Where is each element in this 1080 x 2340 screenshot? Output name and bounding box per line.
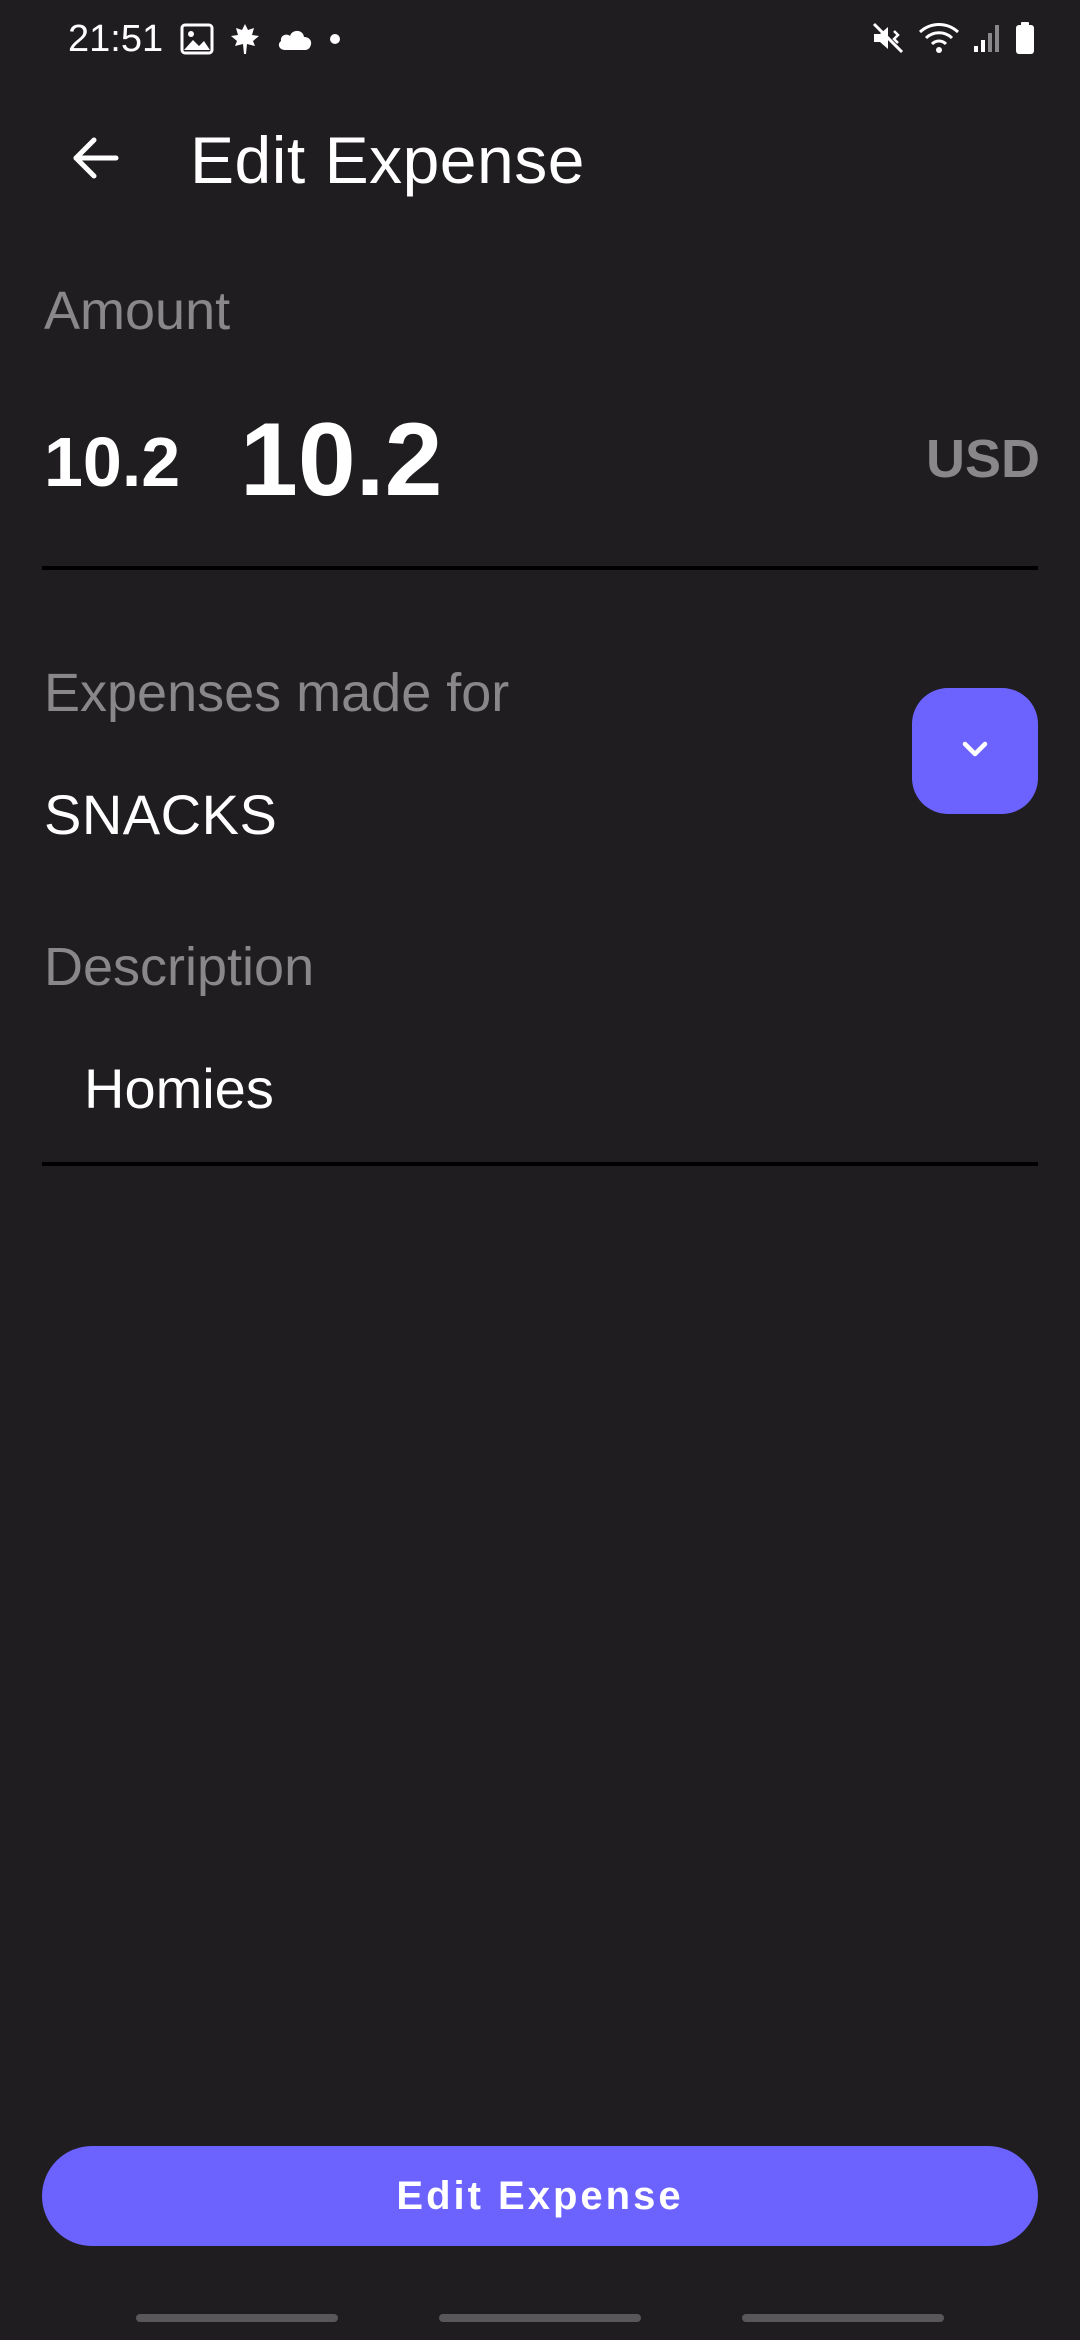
arrow-left-icon bbox=[72, 136, 120, 185]
gallery-icon bbox=[180, 23, 214, 60]
amount-row: 10.2 USD bbox=[44, 400, 1040, 530]
currency-label: USD bbox=[925, 429, 1040, 489]
amount-display: 10.2 bbox=[44, 423, 181, 501]
edit-expense-button[interactable]: Edit Expense bbox=[42, 2146, 1038, 2246]
dot-icon bbox=[328, 32, 342, 51]
page-title: Edit Expense bbox=[190, 123, 585, 197]
status-time: 21:51 bbox=[68, 18, 164, 60]
battery-icon bbox=[1014, 21, 1036, 60]
chevron-down-icon bbox=[957, 737, 993, 766]
wifi-icon bbox=[918, 21, 960, 60]
status-system-icons bbox=[870, 20, 1036, 61]
status-bar: 21:51 bbox=[0, 0, 1080, 84]
edit-expense-screen: 21:51 Edit Expense Amount 10.2 10.2 USD … bbox=[0, 0, 1080, 2340]
signal-icon bbox=[972, 22, 1002, 59]
description-divider bbox=[42, 1162, 1038, 1166]
mute-vibrate-icon bbox=[870, 20, 906, 61]
category-selected-value[interactable]: SNACKS bbox=[44, 782, 277, 847]
cloud-icon bbox=[276, 26, 314, 57]
description-input[interactable] bbox=[84, 1050, 984, 1126]
amount-divider bbox=[42, 566, 1038, 570]
back-button[interactable] bbox=[56, 124, 136, 196]
category-dropdown-button[interactable] bbox=[912, 688, 1038, 814]
amount-label: Amount bbox=[44, 281, 231, 341]
category-label: Expenses made for bbox=[44, 663, 510, 723]
status-notification-icons bbox=[180, 22, 342, 61]
description-label: Description bbox=[44, 937, 315, 997]
navigation-hint-bar bbox=[0, 2314, 1080, 2322]
nav-hint-right[interactable] bbox=[742, 2314, 944, 2322]
nav-hint-left[interactable] bbox=[136, 2314, 338, 2322]
maple-leaf-icon bbox=[228, 22, 262, 61]
app-bar: Edit Expense bbox=[0, 100, 1080, 220]
amount-input[interactable] bbox=[240, 400, 840, 520]
nav-hint-center[interactable] bbox=[439, 2314, 641, 2322]
